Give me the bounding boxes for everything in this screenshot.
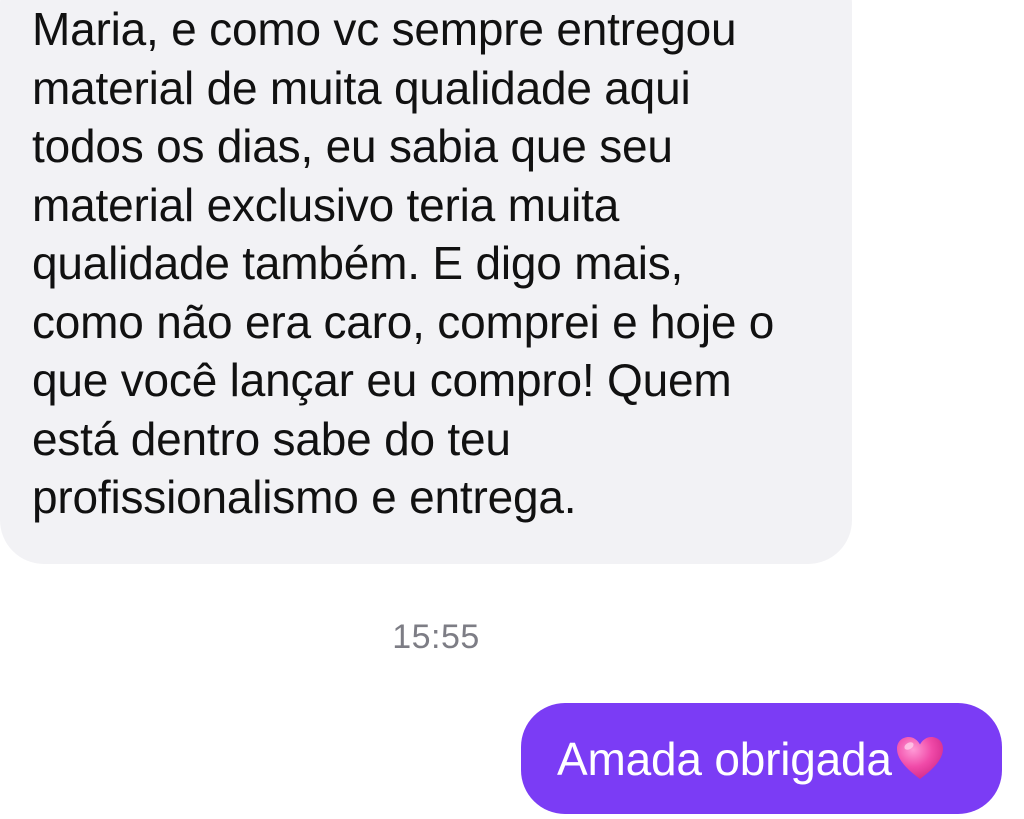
sent-message-text: Amada obrigada [557, 732, 892, 785]
pink-heart-icon [894, 733, 946, 785]
chat-thread: Maria, e como vc sempre entregou materia… [0, 0, 1024, 819]
received-message-bubble[interactable]: Maria, e como vc sempre entregou materia… [0, 0, 852, 564]
received-message-text: Maria, e como vc sempre entregou materia… [32, 3, 775, 523]
message-timestamp: 15:55 [392, 618, 480, 656]
sent-message-bubble[interactable]: Amada obrigada [521, 703, 1002, 814]
sent-message-content: Amada obrigada [557, 732, 946, 786]
